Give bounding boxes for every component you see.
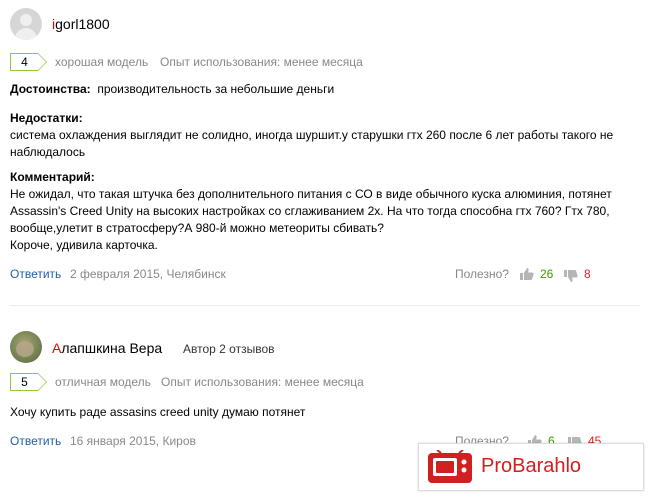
experience-text: Опыт использования: менее месяца	[160, 55, 363, 69]
comment-text: Хочу купить раде assasins creed unity ду…	[10, 405, 306, 419]
grade-text: отличная модель	[55, 375, 151, 389]
author-meta[interactable]: Автор 2 отзывов	[183, 342, 275, 356]
grade-row: 4 хорошая модель Опыт использования: мен…	[10, 53, 650, 73]
reply-link[interactable]: Ответить	[10, 434, 61, 448]
divider	[10, 305, 640, 306]
avatar[interactable]	[10, 8, 42, 40]
comment-line: Не ожидал, что такая штучка без дополнит…	[10, 187, 612, 201]
up-count: 26	[540, 267, 554, 281]
review-date: 2 февраля 2015, Челябинск	[70, 267, 226, 281]
experience-text: Опыт использования: менее месяца	[161, 375, 364, 389]
review-date: 16 января 2015, Киров	[70, 434, 196, 448]
promo-watermark[interactable]: ProBarahlo	[418, 443, 644, 491]
cons-text-line-1: система охлаждения выглядит не солидно, …	[10, 128, 614, 142]
tv-icon	[428, 450, 472, 483]
avatar[interactable]	[10, 331, 42, 363]
author-name[interactable]: igorl1800	[52, 16, 110, 32]
grade-badge: 5	[10, 373, 47, 391]
promo-text: ProBarahlo	[481, 455, 582, 477]
grade-badge: 4	[10, 53, 47, 71]
grade-row: 5 отличная модель Опыт использования: ме…	[10, 373, 650, 393]
useful-label: Полезно?	[455, 267, 509, 281]
pros: Достоинства: производительность за небол…	[10, 82, 335, 96]
reply-link[interactable]: Ответить	[10, 267, 61, 281]
grade-text: хорошая модель	[55, 55, 149, 69]
cons-label: Недостатки:	[10, 111, 83, 125]
thumb-down-icon[interactable]	[564, 269, 578, 283]
comment-line: Assassin's Creed Unity на высоких настро…	[10, 204, 610, 218]
down-count: 8	[584, 267, 591, 281]
author-name[interactable]: Алапшкина Вера	[52, 340, 162, 356]
comment-line: Короче, удивила карточка.	[10, 238, 158, 252]
cons-text-line-2: наблюдалось	[10, 145, 86, 159]
comment-line: вообще,улетит в стратосферу?А 980-й можн…	[10, 221, 384, 235]
comment-label: Комментарий:	[10, 170, 95, 184]
thumb-up-icon[interactable]	[520, 267, 534, 281]
review-footer: Ответить 2 февраля 2015, Челябинск Полез…	[10, 267, 640, 285]
